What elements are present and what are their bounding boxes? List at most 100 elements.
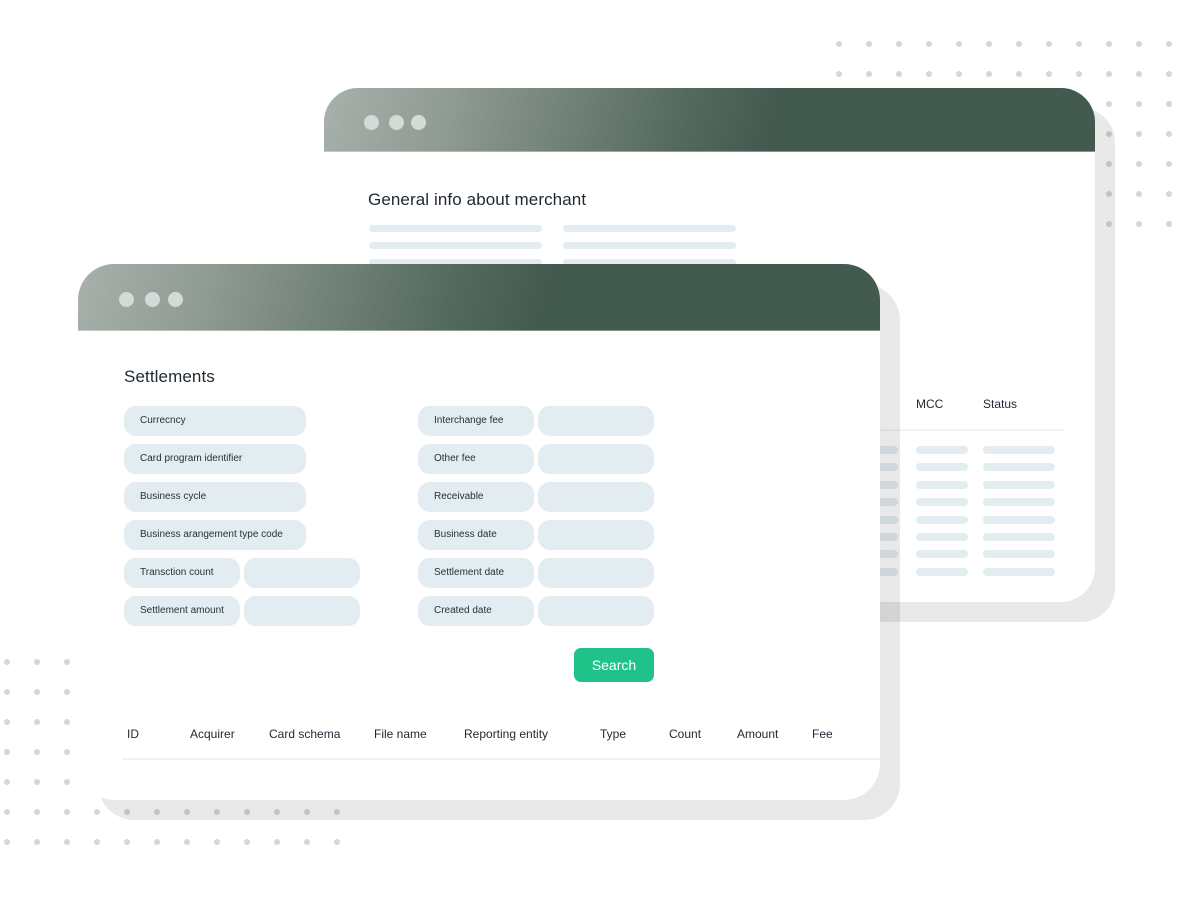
- decorative-dot: [34, 779, 40, 785]
- placeholder-line: [563, 242, 736, 249]
- table-header-count[interactable]: Count: [669, 727, 701, 741]
- decorative-dot: [4, 809, 10, 815]
- decorative-dot: [34, 719, 40, 725]
- decorative-dot: [1016, 71, 1022, 77]
- table-header-divider: [122, 758, 880, 760]
- field-label-created-date: Created date: [418, 596, 534, 626]
- decorative-dot: [926, 41, 932, 47]
- decorative-dot: [1076, 71, 1082, 77]
- decorative-dot: [1106, 101, 1112, 107]
- receivable-input[interactable]: [538, 482, 654, 512]
- decorative-dot: [94, 839, 100, 845]
- decorative-dot: [334, 839, 340, 845]
- decorative-dot: [956, 71, 962, 77]
- field-card-program-identifier[interactable]: Card program identifier: [124, 444, 306, 474]
- search-button[interactable]: Search: [574, 648, 654, 682]
- table-header-type[interactable]: Type: [600, 727, 626, 741]
- decorative-dot: [1136, 131, 1142, 137]
- placeholder-line: [916, 516, 968, 524]
- decorative-dot: [1136, 191, 1142, 197]
- business-date-input[interactable]: [538, 520, 654, 550]
- field-business-cycle[interactable]: Business cycle: [124, 482, 306, 512]
- table-header-status[interactable]: Status: [983, 397, 1017, 411]
- field-label-other-fee: Other fee: [418, 444, 534, 474]
- placeholder-line: [983, 463, 1055, 471]
- decorative-dot: [1166, 191, 1172, 197]
- decorative-dot: [986, 41, 992, 47]
- decorative-dot: [34, 809, 40, 815]
- decorative-dot: [244, 839, 250, 845]
- decorative-dot: [94, 809, 100, 815]
- decorative-dot: [4, 659, 10, 665]
- table-header-amount[interactable]: Amount: [737, 727, 778, 741]
- decorative-dot: [1136, 71, 1142, 77]
- decorative-dot: [1046, 41, 1052, 47]
- decorative-dot: [34, 659, 40, 665]
- window-control-dot-icon[interactable]: [411, 115, 426, 130]
- placeholder-line: [983, 498, 1055, 506]
- field-currency[interactable]: Currecncy: [124, 406, 306, 436]
- placeholder-line: [916, 498, 968, 506]
- field-label-settlement-date: Settlement date: [418, 558, 534, 588]
- decorative-dot: [64, 839, 70, 845]
- table-header-acquirer[interactable]: Acquirer: [190, 727, 235, 741]
- placeholder-line: [916, 533, 968, 541]
- decorative-dot: [1166, 131, 1172, 137]
- decorative-dot: [1136, 101, 1142, 107]
- created-date-input[interactable]: [538, 596, 654, 626]
- table-header-fee[interactable]: Fee: [812, 727, 833, 741]
- decorative-dot: [1076, 41, 1082, 47]
- transaction-count-input[interactable]: [244, 558, 360, 588]
- field-business-arrangement-type-code[interactable]: Business arangement type code: [124, 520, 306, 550]
- window-control-dot-icon[interactable]: [364, 115, 379, 130]
- placeholder-line: [983, 446, 1055, 454]
- placeholder-line: [916, 568, 968, 576]
- decorative-dot: [836, 71, 842, 77]
- decorative-dot: [1106, 41, 1112, 47]
- decorative-dot: [1166, 221, 1172, 227]
- placeholder-line: [916, 446, 968, 454]
- decorative-dot: [1136, 161, 1142, 167]
- field-label-business-date: Business date: [418, 520, 534, 550]
- placeholder-line: [983, 481, 1055, 489]
- page-title: Settlements: [124, 367, 215, 386]
- window-control-dot-icon[interactable]: [168, 292, 183, 307]
- window-control-dot-icon[interactable]: [145, 292, 160, 307]
- placeholder-line: [983, 550, 1055, 558]
- field-label-interchange-fee: Interchange fee: [418, 406, 534, 436]
- decorative-dot: [4, 719, 10, 725]
- decorative-dot: [34, 689, 40, 695]
- decorative-dot: [1046, 71, 1052, 77]
- decorative-dot: [1106, 71, 1112, 77]
- decorative-dot: [64, 809, 70, 815]
- table-header-mcc[interactable]: MCC: [916, 397, 943, 411]
- decorative-dot: [64, 659, 70, 665]
- settlement-date-input[interactable]: [538, 558, 654, 588]
- table-header-id[interactable]: ID: [127, 727, 139, 741]
- table-header-card-schema[interactable]: Card schema: [269, 727, 340, 741]
- table-header-reporting-entity[interactable]: Reporting entity: [464, 727, 548, 741]
- settlement-amount-input[interactable]: [244, 596, 360, 626]
- window-control-dot-icon[interactable]: [389, 115, 404, 130]
- interchange-fee-input[interactable]: [538, 406, 654, 436]
- decorative-dot: [866, 41, 872, 47]
- window-control-dot-icon[interactable]: [119, 292, 134, 307]
- decorative-dot: [4, 779, 10, 785]
- decorative-dot: [4, 689, 10, 695]
- decorative-dot: [1166, 41, 1172, 47]
- placeholder-line: [916, 550, 968, 558]
- table-header-file-name[interactable]: File name: [374, 727, 427, 741]
- decorative-dot: [1166, 71, 1172, 77]
- decorative-dot: [34, 839, 40, 845]
- placeholder-line: [983, 568, 1055, 576]
- other-fee-input[interactable]: [538, 444, 654, 474]
- decorative-dot: [1016, 41, 1022, 47]
- placeholder-line: [916, 481, 968, 489]
- placeholder-line: [563, 225, 736, 232]
- decorative-dot: [214, 839, 220, 845]
- decorative-dot: [4, 839, 10, 845]
- decorative-dot: [184, 839, 190, 845]
- field-label-receivable: Receivable: [418, 482, 534, 512]
- window-titlebar: [324, 88, 1095, 152]
- decorative-dot: [4, 749, 10, 755]
